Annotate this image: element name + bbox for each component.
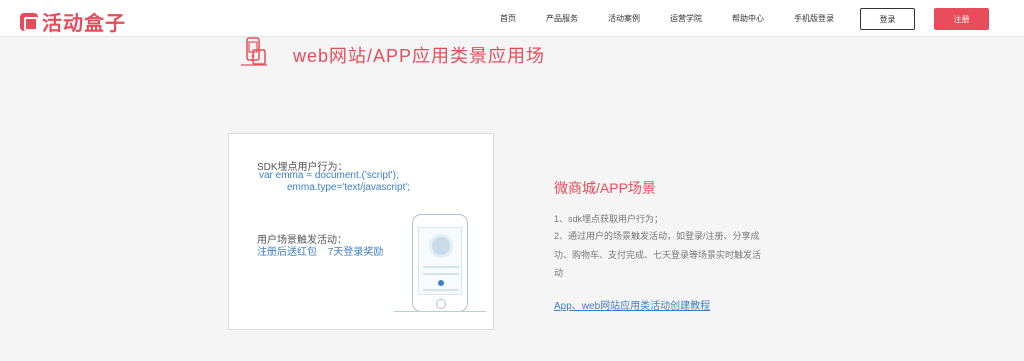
trigger-item-register-redpacket: 注册后送红包 (257, 247, 317, 258)
tutorial-link[interactable]: App、web网站应用类活动创建教程 (554, 297, 710, 312)
nav-help[interactable]: 帮助中心 (717, 13, 779, 24)
scene-line-3: 功、购物车、支付完成、七天登录等场景实时触发活 (554, 250, 762, 260)
phone-list-row (423, 289, 459, 291)
box-logo-icon (20, 12, 38, 31)
code-line-2: emma.type='text/javascript'; (287, 182, 411, 193)
scene-line-2: 2、通过用户的场景触发活动，如登录/注册、分享成 (554, 231, 760, 241)
nav-academy[interactable]: 运营学院 (655, 13, 717, 24)
scene-line-1: 1、sdk埋点获取用户行为； (554, 214, 664, 224)
section-title: web网站/APP应用类景应用场 (293, 46, 546, 66)
register-button[interactable]: 注册 (934, 8, 989, 30)
phone-base-line (394, 311, 486, 312)
nav-cases[interactable]: 活动案例 (593, 13, 655, 24)
nav-mobile-login[interactable]: 手机版登录 (779, 13, 849, 24)
phone-illustration (412, 214, 468, 312)
top-navigation-bar: 活动盒子 首页 产品服务 活动案例 运营学院 帮助中心 手机版登录 登录 注册 (0, 0, 1024, 37)
scene-line-4: 动 (554, 268, 564, 278)
phone-toggle-dot (438, 280, 444, 286)
login-button[interactable]: 登录 (860, 8, 915, 30)
phone-screen (418, 227, 462, 295)
phone-home-button (436, 299, 446, 309)
scene-title: 微商城/APP场景 (554, 180, 656, 196)
phone-list-row (423, 273, 459, 275)
main-navigation: 首页 产品服务 活动案例 运营学院 帮助中心 手机版登录 (485, 0, 849, 37)
code-line-1: var emma = document.('script'); (259, 170, 399, 181)
trigger-item-7day-login: 7天登录奖励 (327, 247, 384, 258)
brand-logo[interactable]: 活动盒子 (20, 7, 126, 36)
phone-web-icon (241, 37, 267, 66)
sdk-demo-card: SDK埋点用户行为： var emma = document.('script'… (228, 133, 494, 330)
nav-home[interactable]: 首页 (485, 13, 531, 24)
phone-list-row (423, 266, 459, 268)
brand-name: 活动盒子 (42, 13, 126, 35)
nav-products[interactable]: 产品服务 (531, 13, 593, 24)
trigger-items: 注册后送红包 7天登录奖励 (257, 243, 391, 258)
phone-avatar-circle (429, 234, 453, 258)
